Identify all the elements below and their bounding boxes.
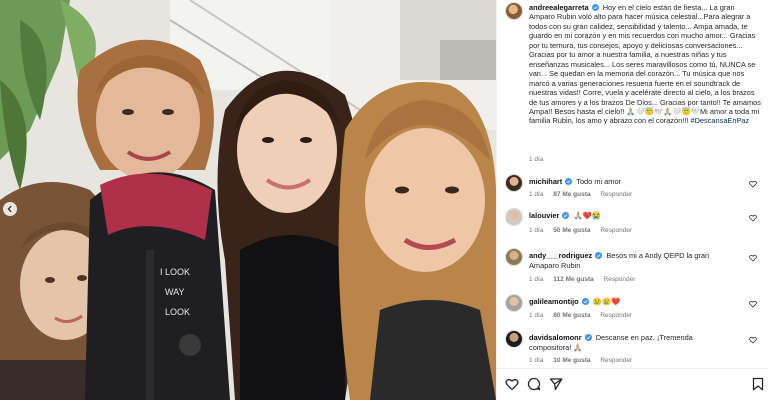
comment-item: galileamontijo 😢😢❤️ 1 día 80 Me gusta Re… [505,294,763,328]
comment-text: Todo mi amor [576,177,622,186]
author-avatar[interactable] [505,2,523,20]
caption-text: Hoy en el cielo están de fiesta... La gr… [529,3,761,126]
heart-icon[interactable] [749,214,757,222]
heart-icon[interactable] [749,254,757,262]
comment-likes[interactable]: 87 Me gusta [553,191,590,198]
comment-item: andy___rodriguez Besos mi a Andy QEPD la… [505,248,763,288]
comment-meta: 1 día 87 Me gusta Responder [529,191,640,198]
comment-likes[interactable]: 10 Me gusta [553,357,590,364]
post-panel: andreealegarreta Hoy en el cielo están d… [496,0,768,400]
heart-icon[interactable] [749,180,757,188]
post-caption: andreealegarreta Hoy en el cielo están d… [529,3,761,126]
verified-icon [565,178,573,185]
bookmark-icon[interactable] [751,377,765,391]
comment-item: lalouvier 🙏🏼❤️😭 1 día 50 Me gusta Respon… [505,208,763,242]
comment-body: michihart Todo mi amor [529,177,729,187]
comment-body: andy___rodriguez Besos mi a Andy QEPD la… [529,251,729,270]
author-username[interactable]: andreealegarreta [529,3,589,12]
previous-photo-button[interactable] [3,202,17,216]
verified-icon [562,212,570,219]
comment-time: 1 día [529,312,544,319]
comment-meta: 1 día 80 Me gusta Responder [529,312,640,319]
comment-username[interactable]: davidsalomonr [529,333,582,342]
chevron-left-icon [7,205,12,213]
comment-body: lalouvier 🙏🏼❤️😭 [529,211,729,221]
comment-avatar[interactable] [505,330,523,348]
verified-icon [581,298,589,305]
comment-reply[interactable]: Responder [600,227,632,234]
comment-item: michihart Todo mi amor 1 día 87 Me gusta… [505,174,763,208]
caption-timestamp: 1 día [529,156,544,163]
comment-username[interactable]: lalouvier [529,211,559,220]
comment-avatar[interactable] [505,208,523,226]
comment-meta: 1 día 10 Me gusta Responder [529,357,640,364]
svg-text:LOOK: LOOK [165,307,190,317]
comment-username[interactable]: galileamontijo [529,297,579,306]
comment-time: 1 día [529,357,544,364]
verified-icon [584,334,592,341]
comment-likes[interactable]: 112 Me gusta [553,276,593,283]
comment-time: 1 día [529,227,544,234]
heart-icon[interactable] [749,336,757,344]
comment-icon[interactable] [527,377,541,391]
comment-meta: 1 día 112 Me gusta Responder [529,276,643,283]
heart-icon[interactable] [749,300,757,308]
verified-icon [595,252,603,259]
post-photo[interactable]: I LOOK WAY LOOK [0,0,496,400]
comment-body: galileamontijo 😢😢❤️ [529,297,729,307]
svg-text:I LOOK: I LOOK [160,267,190,277]
comment-text: 🙏🏼❤️😭 [573,211,602,220]
comment-avatar[interactable] [505,294,523,312]
comment-reply[interactable]: Responder [604,276,636,283]
comment-likes[interactable]: 50 Me gusta [553,227,590,234]
comment-item: davidsalomonr Descanse en paz. ¡Tremenda… [505,330,763,368]
comment-avatar[interactable] [505,248,523,266]
comment-body: davidsalomonr Descanse en paz. ¡Tremenda… [529,333,729,352]
photo-illustration: I LOOK WAY LOOK [0,0,496,400]
comment-time: 1 día [529,276,544,283]
comment-time: 1 día [529,191,544,198]
comment-avatar[interactable] [505,174,523,192]
caption-hashtag[interactable]: #DescansaEnPaz [690,116,749,125]
comment-reply[interactable]: Responder [600,312,632,319]
comment-likes[interactable]: 80 Me gusta [553,312,590,319]
comment-reply[interactable]: Responder [600,191,632,198]
post-action-bar [497,368,768,400]
comment-text: 😢😢❤️ [592,297,621,306]
verified-icon [591,4,599,11]
heart-icon[interactable] [505,377,519,391]
comment-username[interactable]: michihart [529,177,562,186]
comment-reply[interactable]: Responder [600,357,632,364]
comment-username[interactable]: andy___rodriguez [529,251,592,260]
svg-text:WAY: WAY [165,287,185,297]
share-icon[interactable] [549,377,563,391]
comment-meta: 1 día 50 Me gusta Responder [529,227,640,234]
